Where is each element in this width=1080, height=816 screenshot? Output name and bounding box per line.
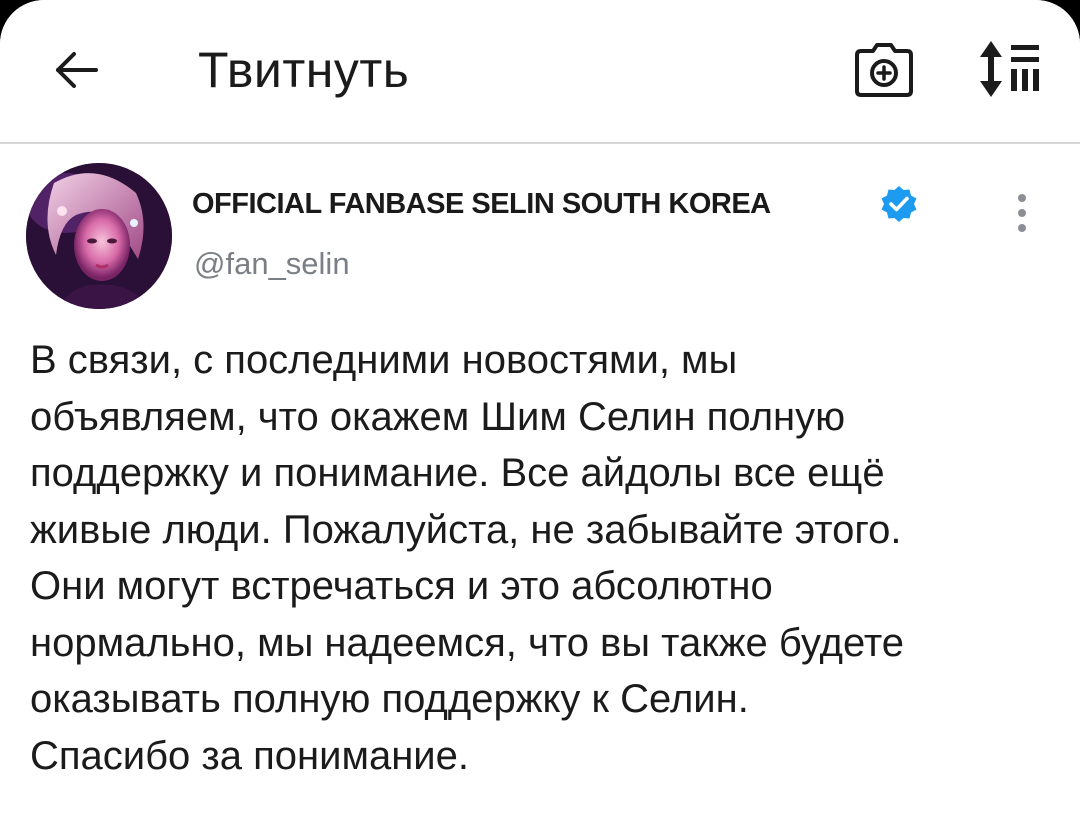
app-bar: Твитнуть: [0, 0, 1080, 144]
tweet-text-line: В связи, с последними новостями, мы: [30, 338, 738, 382]
more-dot-icon: [1018, 194, 1026, 202]
more-dot-icon: [1018, 209, 1026, 217]
more-dot-icon: [1018, 224, 1026, 232]
author-display-name[interactable]: OFFICIAL FANBASE SELIN SOUTH KOREA: [192, 182, 771, 226]
camera-button[interactable]: [848, 34, 920, 106]
sort-button[interactable]: [970, 32, 1050, 106]
back-button[interactable]: [44, 38, 108, 102]
tweet-text-line: поддержку и понимание. Все айдолы все ещ…: [30, 451, 885, 495]
avatar-photo: [26, 163, 172, 309]
tweet-text-line: объявляем, что окажем Шим Селин полную: [30, 394, 846, 439]
sort-list-icon: [980, 41, 1039, 97]
more-options-button[interactable]: [1002, 186, 1042, 240]
verified-badge-icon: [881, 186, 917, 222]
tweet-text-line: живые люди. Пожалуйста, не забывайте это…: [30, 507, 902, 552]
page-title: Твитнуть: [198, 42, 410, 98]
tweet-screen: Твитнуть OFFICIAL FANBASE SELIN SOUTH KO…: [0, 0, 1080, 816]
author-handle[interactable]: @fan_selin: [194, 244, 350, 284]
tweet-text-line: нормально, мы надеемся, что вы также буд…: [30, 620, 904, 665]
tweet-text-line: Они могут встречаться и это абсолютно: [30, 564, 773, 608]
tweet-text-line: Спасибо за понимание.: [30, 733, 469, 778]
tweet-text: В связи, с последними новостями, мы объя…: [30, 332, 1070, 784]
camera-add-icon: [855, 43, 913, 97]
arrow-left-icon: [56, 52, 98, 88]
avatar[interactable]: [26, 163, 172, 309]
tweet-text-line: оказывать полную поддержку к Селин.: [30, 677, 749, 721]
